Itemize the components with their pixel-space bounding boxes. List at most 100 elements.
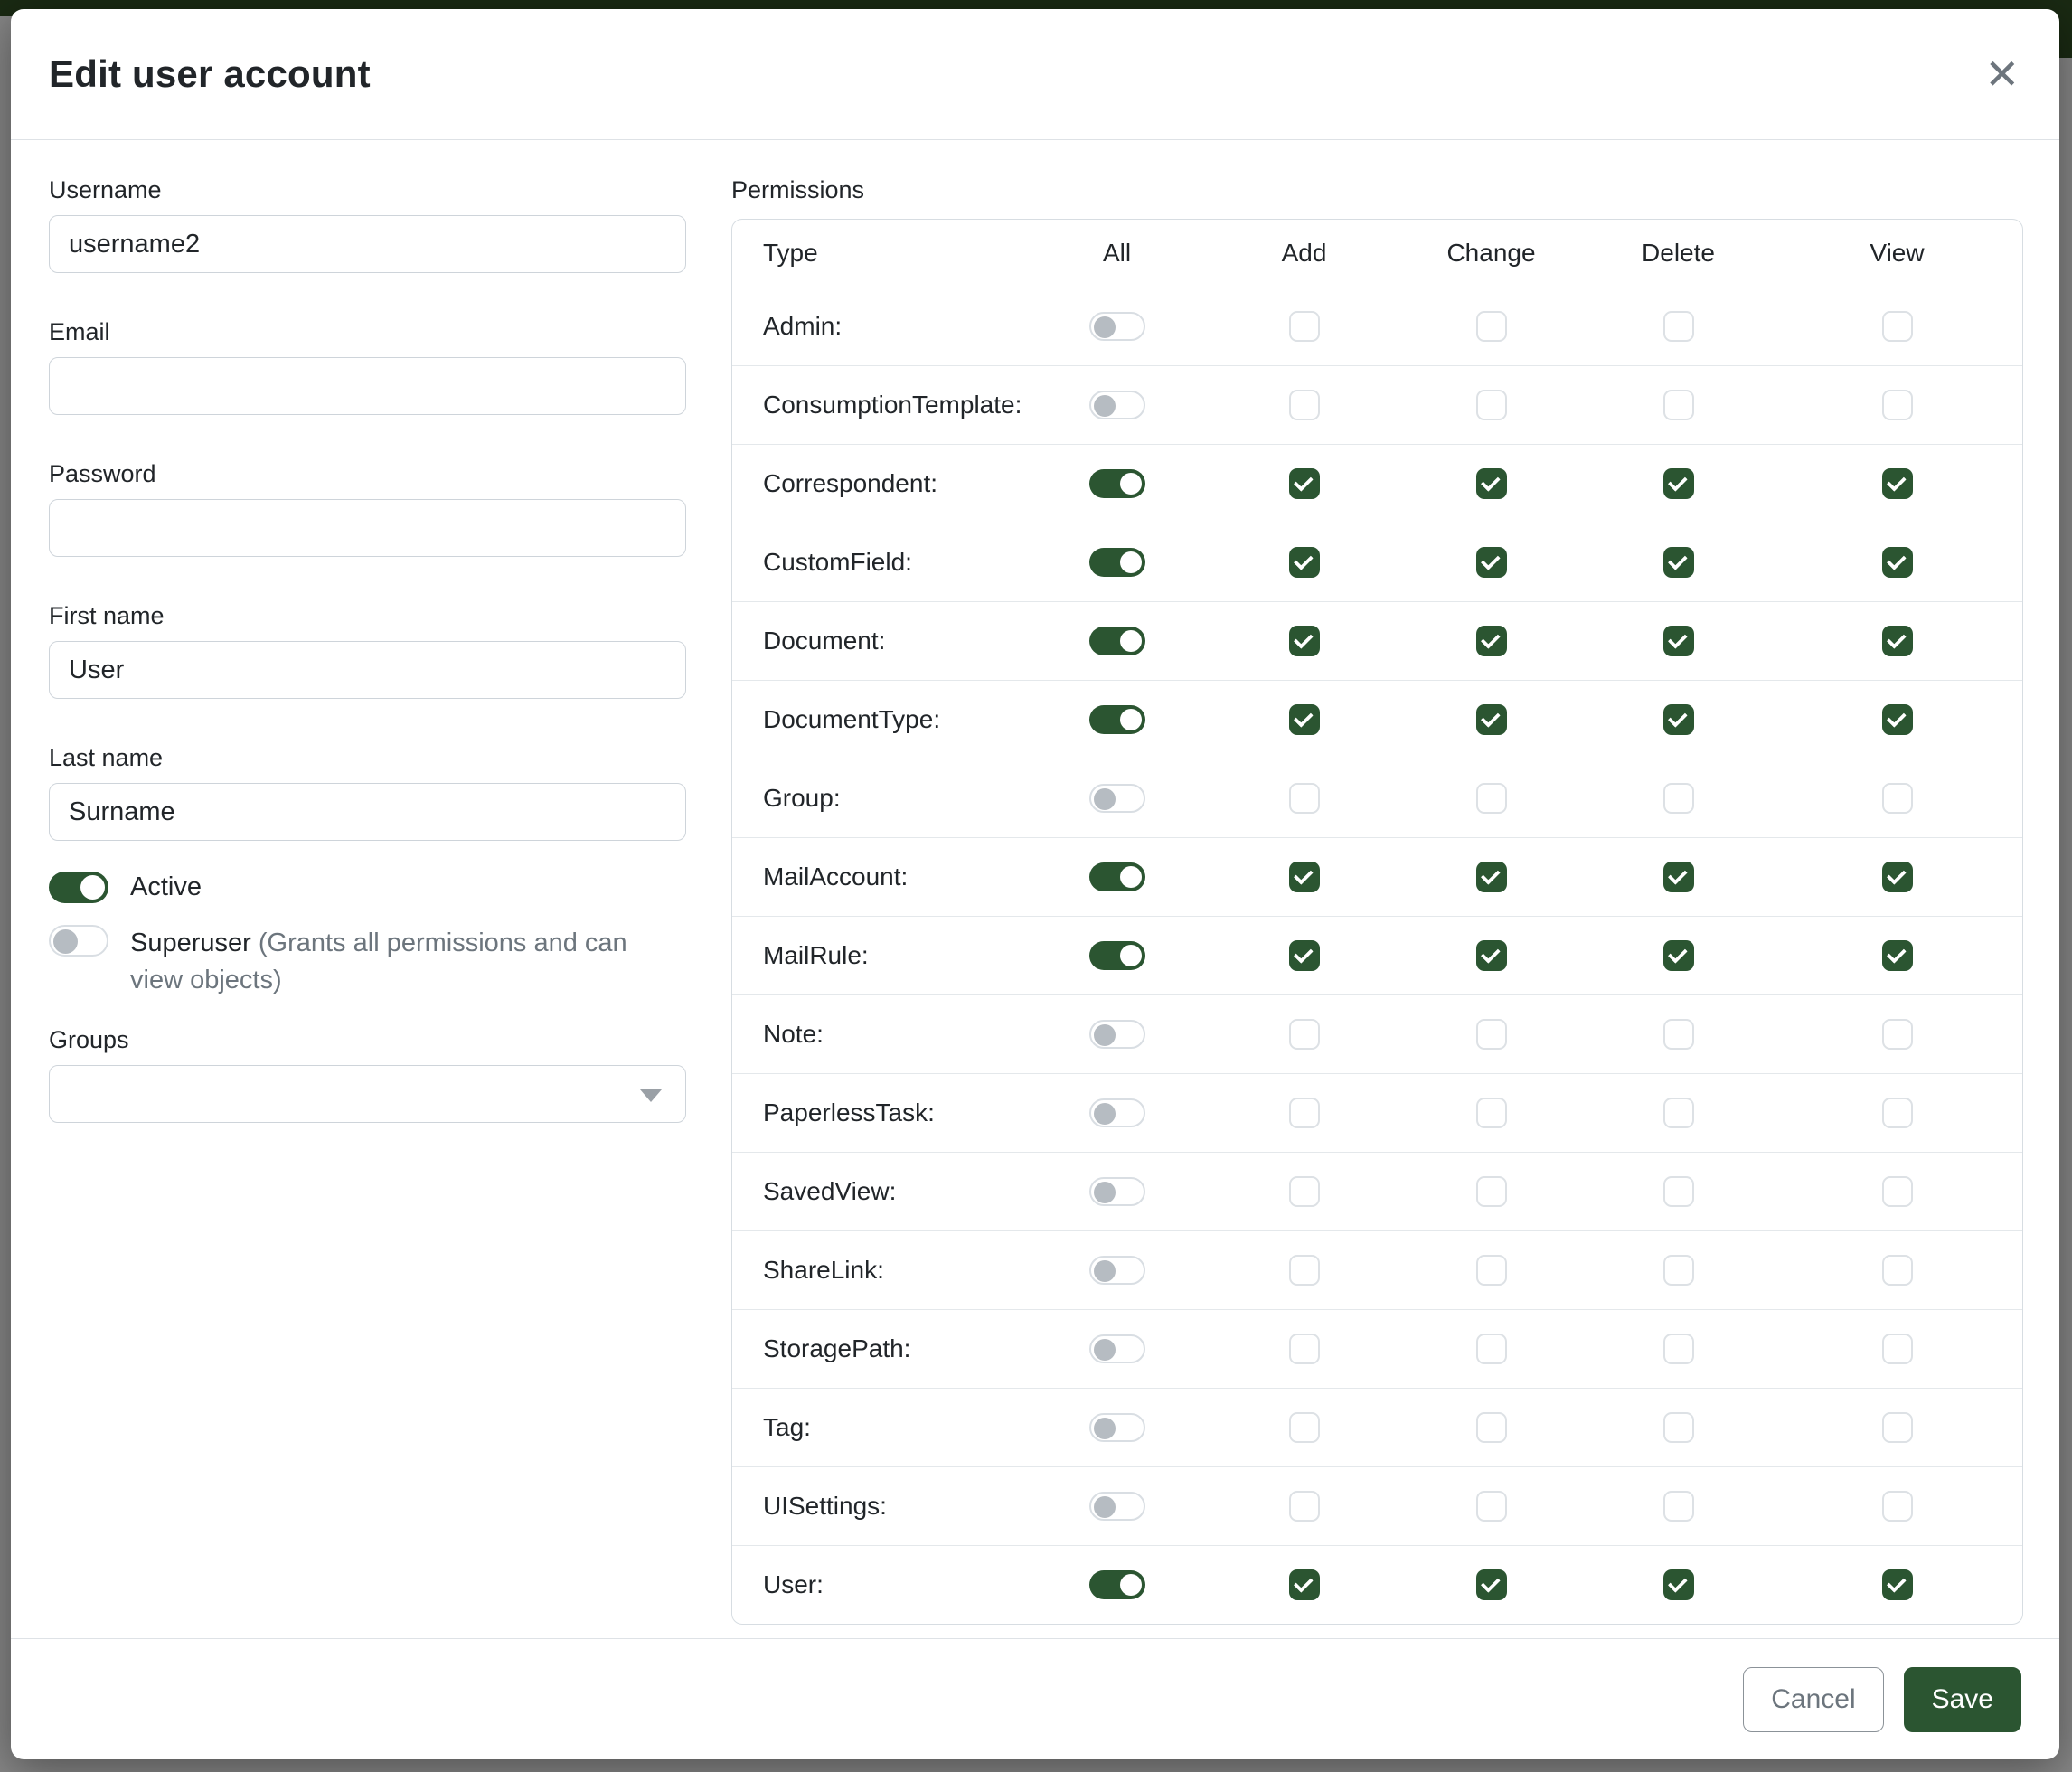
password-input[interactable]: [49, 499, 686, 557]
permission-all-toggle[interactable]: [1089, 1570, 1145, 1599]
permission-delete-checkbox[interactable]: [1663, 1255, 1694, 1286]
permission-add-checkbox[interactable]: [1289, 1412, 1320, 1443]
permission-view-checkbox[interactable]: [1882, 311, 1913, 342]
permission-delete-checkbox[interactable]: [1663, 1412, 1694, 1443]
permission-view-checkbox[interactable]: [1882, 704, 1913, 735]
permission-delete-checkbox[interactable]: [1663, 1098, 1694, 1128]
permission-add-checkbox[interactable]: [1289, 311, 1320, 342]
permission-delete-checkbox[interactable]: [1663, 862, 1694, 892]
permission-delete-checkbox[interactable]: [1663, 626, 1694, 656]
permission-view-checkbox[interactable]: [1882, 862, 1913, 892]
permission-all-toggle[interactable]: [1089, 1020, 1145, 1049]
permission-delete-checkbox[interactable]: [1663, 783, 1694, 814]
permission-delete-checkbox[interactable]: [1663, 311, 1694, 342]
permission-all-toggle[interactable]: [1089, 627, 1145, 655]
checkmark-icon: [1481, 551, 1501, 570]
permission-change-checkbox[interactable]: [1476, 626, 1507, 656]
permission-view-checkbox[interactable]: [1882, 783, 1913, 814]
permission-add-checkbox[interactable]: [1289, 704, 1320, 735]
permission-add-checkbox[interactable]: [1289, 1176, 1320, 1207]
permission-all-toggle[interactable]: [1089, 705, 1145, 734]
permission-all-toggle[interactable]: [1089, 941, 1145, 970]
permission-change-checkbox[interactable]: [1476, 704, 1507, 735]
permission-add-checkbox[interactable]: [1289, 1334, 1320, 1364]
permission-add-checkbox[interactable]: [1289, 1491, 1320, 1522]
permission-change-checkbox[interactable]: [1476, 1098, 1507, 1128]
permission-view-checkbox[interactable]: [1882, 940, 1913, 971]
permission-delete-checkbox[interactable]: [1663, 468, 1694, 499]
permission-cell: [1772, 311, 2022, 342]
permission-delete-checkbox[interactable]: [1663, 1176, 1694, 1207]
permission-delete-checkbox[interactable]: [1663, 940, 1694, 971]
last-name-input[interactable]: [49, 783, 686, 841]
permission-delete-checkbox[interactable]: [1663, 1019, 1694, 1050]
permission-add-checkbox[interactable]: [1289, 626, 1320, 656]
permission-change-checkbox[interactable]: [1476, 390, 1507, 420]
permission-view-checkbox[interactable]: [1882, 1569, 1913, 1600]
permission-change-checkbox[interactable]: [1476, 1176, 1507, 1207]
permission-delete-checkbox[interactable]: [1663, 547, 1694, 578]
permission-view-checkbox[interactable]: [1882, 626, 1913, 656]
permission-all-toggle[interactable]: [1089, 862, 1145, 891]
permission-view-checkbox[interactable]: [1882, 1255, 1913, 1286]
permission-add-checkbox[interactable]: [1289, 783, 1320, 814]
permission-delete-checkbox[interactable]: [1663, 1491, 1694, 1522]
permission-view-checkbox[interactable]: [1882, 1491, 1913, 1522]
permission-change-checkbox[interactable]: [1476, 1019, 1507, 1050]
permission-change-checkbox[interactable]: [1476, 1255, 1507, 1286]
permission-view-checkbox[interactable]: [1882, 1334, 1913, 1364]
permission-add-checkbox[interactable]: [1289, 1255, 1320, 1286]
permission-add-checkbox[interactable]: [1289, 1098, 1320, 1128]
permission-delete-checkbox[interactable]: [1663, 704, 1694, 735]
permission-view-checkbox[interactable]: [1882, 390, 1913, 420]
permission-add-checkbox[interactable]: [1289, 940, 1320, 971]
permission-change-checkbox[interactable]: [1476, 1334, 1507, 1364]
permission-add-checkbox[interactable]: [1289, 547, 1320, 578]
cancel-button[interactable]: Cancel: [1743, 1667, 1883, 1732]
permission-delete-checkbox[interactable]: [1663, 1334, 1694, 1364]
permission-view-checkbox[interactable]: [1882, 1098, 1913, 1128]
permission-add-checkbox[interactable]: [1289, 1019, 1320, 1050]
permission-view-checkbox[interactable]: [1882, 1019, 1913, 1050]
email-input[interactable]: [49, 357, 686, 415]
permission-row: Admin:: [732, 287, 2022, 366]
permission-all-toggle[interactable]: [1089, 391, 1145, 419]
permission-change-checkbox[interactable]: [1476, 862, 1507, 892]
permission-change-checkbox[interactable]: [1476, 940, 1507, 971]
close-icon[interactable]: ✕: [1984, 53, 2020, 95]
permission-delete-checkbox[interactable]: [1663, 390, 1694, 420]
permission-view-checkbox[interactable]: [1882, 547, 1913, 578]
permission-delete-checkbox[interactable]: [1663, 1569, 1694, 1600]
first-name-input[interactable]: [49, 641, 686, 699]
groups-select[interactable]: [49, 1065, 686, 1123]
permission-all-toggle[interactable]: [1089, 784, 1145, 813]
permission-all-toggle[interactable]: [1089, 1334, 1145, 1363]
permission-view-checkbox[interactable]: [1882, 468, 1913, 499]
permission-all-toggle[interactable]: [1089, 548, 1145, 577]
permission-view-checkbox[interactable]: [1882, 1176, 1913, 1207]
permission-all-toggle[interactable]: [1089, 1492, 1145, 1521]
permission-all-toggle[interactable]: [1089, 1256, 1145, 1285]
username-input[interactable]: [49, 215, 686, 273]
permission-add-checkbox[interactable]: [1289, 468, 1320, 499]
permission-add-checkbox[interactable]: [1289, 1569, 1320, 1600]
permission-change-checkbox[interactable]: [1476, 1569, 1507, 1600]
permission-all-toggle[interactable]: [1089, 1177, 1145, 1206]
permission-view-checkbox[interactable]: [1882, 1412, 1913, 1443]
permission-change-checkbox[interactable]: [1476, 547, 1507, 578]
permission-change-checkbox[interactable]: [1476, 1491, 1507, 1522]
permission-all-toggle[interactable]: [1089, 469, 1145, 498]
permission-change-checkbox[interactable]: [1476, 1412, 1507, 1443]
permission-all-toggle[interactable]: [1089, 1413, 1145, 1442]
permission-add-checkbox[interactable]: [1289, 390, 1320, 420]
superuser-toggle[interactable]: [49, 925, 108, 957]
save-button[interactable]: Save: [1904, 1667, 2021, 1732]
permission-cell: [1398, 862, 1585, 892]
permission-add-checkbox[interactable]: [1289, 862, 1320, 892]
permission-change-checkbox[interactable]: [1476, 783, 1507, 814]
permission-change-checkbox[interactable]: [1476, 311, 1507, 342]
active-toggle[interactable]: [49, 872, 108, 903]
permission-all-toggle[interactable]: [1089, 312, 1145, 341]
permission-change-checkbox[interactable]: [1476, 468, 1507, 499]
permission-all-toggle[interactable]: [1089, 1098, 1145, 1127]
